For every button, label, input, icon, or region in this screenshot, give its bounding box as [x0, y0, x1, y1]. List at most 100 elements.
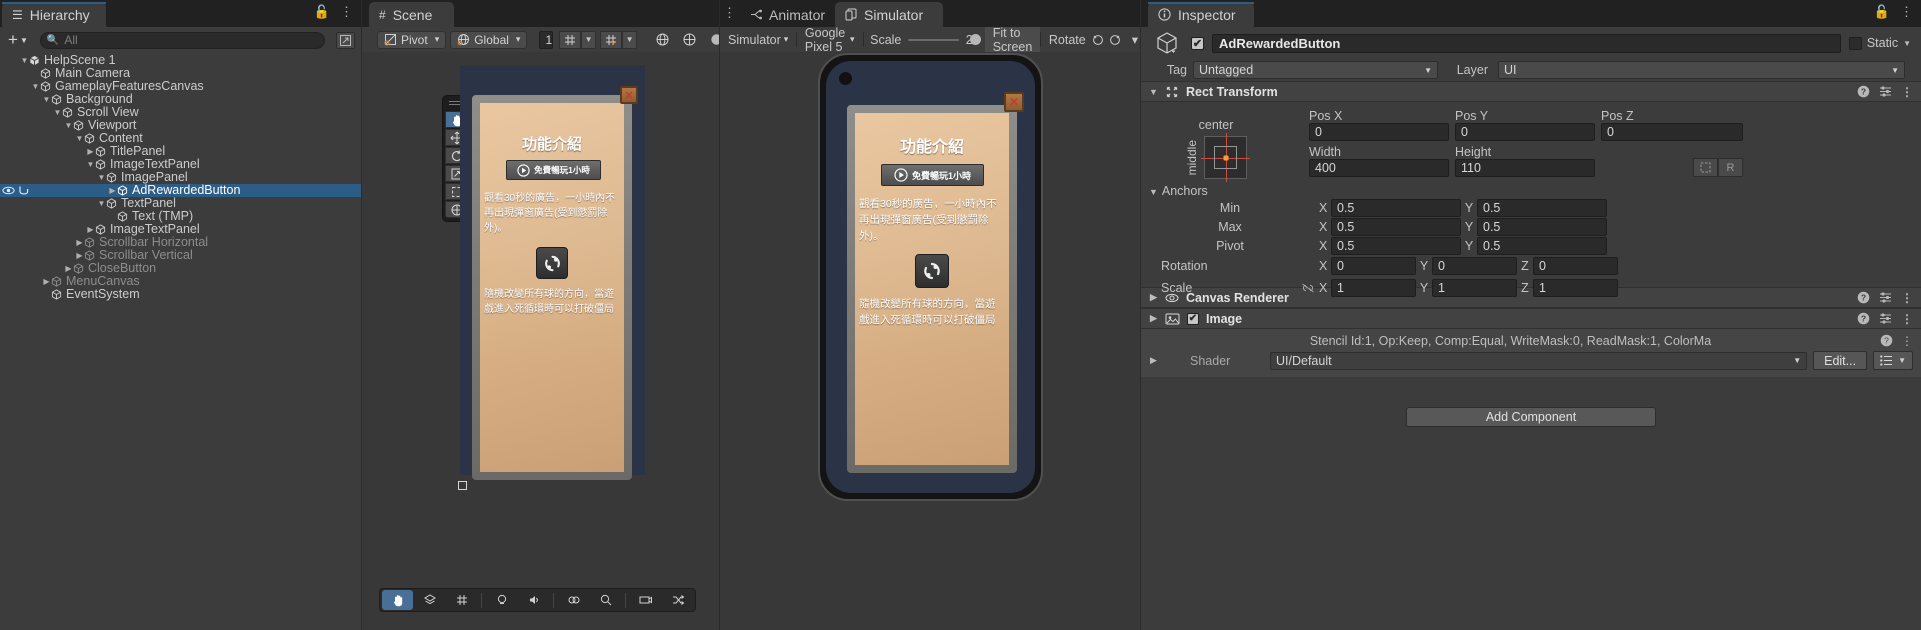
rotation-x-field[interactable]: 0 [1331, 257, 1416, 275]
foldout-arrow-icon[interactable]: ▼ [42, 93, 51, 106]
pivot-y-field[interactable]: 0.5 [1477, 236, 1607, 255]
search-filter-button[interactable] [336, 31, 355, 49]
scene-fx-button[interactable] [558, 590, 589, 610]
close-button-game[interactable]: ✕ [1004, 92, 1024, 112]
close-button-scene[interactable]: ✕ [620, 86, 638, 104]
hierarchy-item-content[interactable]: ▼ Content [0, 132, 361, 145]
foldout-arrow-icon[interactable]: ▶ [1149, 355, 1158, 366]
scene-gizmo-shaded-button[interactable] [676, 31, 703, 49]
scene-bottom-toolbar[interactable] [379, 588, 696, 612]
rotate-control[interactable]: Rotate [1041, 27, 1130, 52]
anchor-min-x-field[interactable]: 0.5 [1331, 198, 1461, 217]
device-dropdown[interactable]: Google Pixel 5 [797, 26, 863, 54]
foldout-arrow-icon[interactable]: ▼ [86, 158, 95, 171]
layer-count-field[interactable]: 1 [539, 30, 554, 49]
static-toggle[interactable]: Static ▼ [1848, 36, 1911, 50]
tab-animator[interactable]: Animator [738, 2, 837, 27]
game-item-icon-box[interactable] [915, 254, 949, 288]
lock-icon[interactable]: 🔓 [314, 4, 330, 20]
preset-icon[interactable] [1879, 312, 1892, 325]
foldout-arrow-icon[interactable]: ▼ [53, 106, 62, 119]
hierarchy-item-viewport[interactable]: ▼ Viewport [0, 119, 361, 132]
layer-dropdown[interactable]: UI ▼ [1498, 61, 1905, 79]
scene-shuffle-button[interactable] [662, 590, 693, 610]
image-enabled-checkbox[interactable]: ✔ [1187, 312, 1199, 325]
kebab-menu-icon[interactable]: ⋮ [1901, 312, 1913, 326]
anchors-foldout[interactable]: ▼ Anchors [1149, 182, 1208, 198]
hierarchy-item-background[interactable]: ▼ Background [0, 93, 361, 106]
scene-ad-button[interactable]: 免費暢玩1小時 [506, 160, 601, 180]
foldout-arrow-icon[interactable]: ▼ [97, 197, 106, 210]
hierarchy-item-menucanvas[interactable]: ▶ MenuCanvas [0, 275, 361, 288]
pos-x-field[interactable]: 0 [1309, 123, 1449, 141]
object-name-field[interactable]: AdRewardedButton [1212, 33, 1841, 53]
preset-icon[interactable] [1879, 85, 1892, 98]
anchor-min-y-field[interactable]: 0.5 [1477, 198, 1607, 217]
foldout-arrow-icon[interactable]: ▼ [1149, 187, 1158, 197]
foldout-arrow-icon[interactable]: ▼ [1149, 87, 1158, 97]
kebab-menu-icon[interactable]: ⋮ [340, 4, 353, 20]
tab-hierarchy[interactable]: ☰ Hierarchy [2, 2, 106, 27]
scene-hand-button[interactable] [382, 590, 413, 610]
hierarchy-item-gameplayfeaturescanvas[interactable]: ▼ GameplayFeaturesCanvas [0, 80, 361, 93]
anchor-preset-group[interactable]: center middle [1185, 118, 1250, 182]
rotation-z-field[interactable]: 0 [1533, 257, 1618, 275]
rect-transform-header[interactable]: ▼ Rect Transform ? ⋮ [1141, 81, 1921, 102]
scene-rect-handle[interactable] [458, 481, 467, 490]
static-checkbox[interactable] [1848, 36, 1862, 50]
help-icon[interactable]: ? [1857, 85, 1870, 98]
grid-visibility-button[interactable] [600, 30, 623, 49]
shader-dropdown[interactable]: UI/Default ▼ [1270, 351, 1808, 370]
kebab-menu-icon[interactable]: ⋮ [1900, 4, 1913, 20]
hierarchy-item-closebutton[interactable]: ▶ CloseButton [0, 262, 361, 275]
add-component-button[interactable]: Add Component [1406, 407, 1656, 427]
shader-edit-button[interactable]: Edit... [1813, 351, 1868, 370]
shader-options-dropdown[interactable]: ▼ [1873, 351, 1913, 370]
anchor-preset-widget[interactable] [1201, 133, 1250, 182]
foldout-arrow-icon[interactable]: ▶ [75, 236, 84, 249]
tag-dropdown[interactable]: Untagged ▼ [1193, 61, 1438, 79]
foldout-arrow-icon[interactable]: ▼ [31, 80, 40, 93]
create-object-button[interactable]: + ▼ [6, 30, 34, 50]
hierarchy-tree[interactable]: ▼ HelpScene 1 Main Camera ▼ GameplayFeatures… [0, 53, 361, 301]
visibility-toggles[interactable] [2, 185, 29, 195]
pivot-x-field[interactable]: 0.5 [1331, 236, 1461, 255]
object-enabled-checkbox[interactable]: ✔ [1191, 36, 1204, 50]
eye-icon[interactable] [2, 186, 15, 195]
foldout-arrow-icon[interactable]: ▶ [75, 249, 84, 262]
scene-search-button[interactable] [590, 590, 621, 610]
scene-gridvis-button[interactable] [446, 590, 477, 610]
foldout-arrow-icon[interactable]: ▼ [75, 132, 84, 145]
foldout-arrow-icon[interactable]: ▶ [86, 223, 95, 236]
width-field[interactable]: 400 [1309, 159, 1449, 177]
scale-x-field[interactable]: 1 [1331, 279, 1416, 297]
foldout-arrow-icon[interactable]: ▼ [97, 171, 106, 184]
foldout-arrow-icon[interactable]: ▼ [20, 54, 29, 67]
grid-visibility-dropdown[interactable]: ▼ [622, 30, 638, 49]
pos-y-field[interactable]: 0 [1455, 123, 1595, 141]
tab-scene[interactable]: # Scene [369, 2, 455, 27]
simulator-viewport[interactable]: ✕ 功能介紹 免費暢玩1小時 觀看30秒的廣告，一小時內不再出現彈窗廣告(受到懲… [720, 52, 1140, 630]
kebab-menu-icon[interactable]: ⋮ [1901, 85, 1913, 99]
game-ad-button[interactable]: 免費暢玩1小時 [881, 164, 984, 186]
scale-slider[interactable] [908, 27, 982, 52]
scale-link-toggle[interactable] [1297, 282, 1319, 294]
foldout-arrow-icon[interactable]: ▼ [64, 119, 73, 132]
image-component-header[interactable]: ▶ ✔ Image ? ⋮ [1141, 308, 1921, 329]
fit-to-screen-button[interactable]: Fit to Screen [984, 26, 1041, 54]
scene-camera-button[interactable] [630, 590, 661, 610]
rotation-y-field[interactable]: 0 [1432, 257, 1517, 275]
raw-edit-button[interactable]: R [1718, 158, 1743, 177]
kebab-menu-icon[interactable]: ⋮ [1901, 334, 1913, 348]
hierarchy-item-adrewardedbutton[interactable]: ▶ AdRewardedButton [0, 184, 361, 197]
hierarchy-item-scrollbar-vertical[interactable]: ▶ Scrollbar Vertical [0, 249, 361, 262]
chevron-down-icon[interactable]: ▼ [1903, 39, 1911, 48]
tab-inspector[interactable]: Inspector [1148, 2, 1254, 27]
pivot-dropdown[interactable]: Pivot [377, 30, 447, 49]
scene-audio-button[interactable] [518, 590, 549, 610]
help-icon[interactable]: ? [1857, 312, 1870, 325]
blueprint-mode-button[interactable] [1693, 158, 1718, 177]
tab-simulator[interactable]: Simulator [835, 2, 944, 27]
help-icon[interactable]: ? [1880, 334, 1893, 347]
foldout-arrow-icon[interactable]: ▶ [42, 275, 51, 288]
